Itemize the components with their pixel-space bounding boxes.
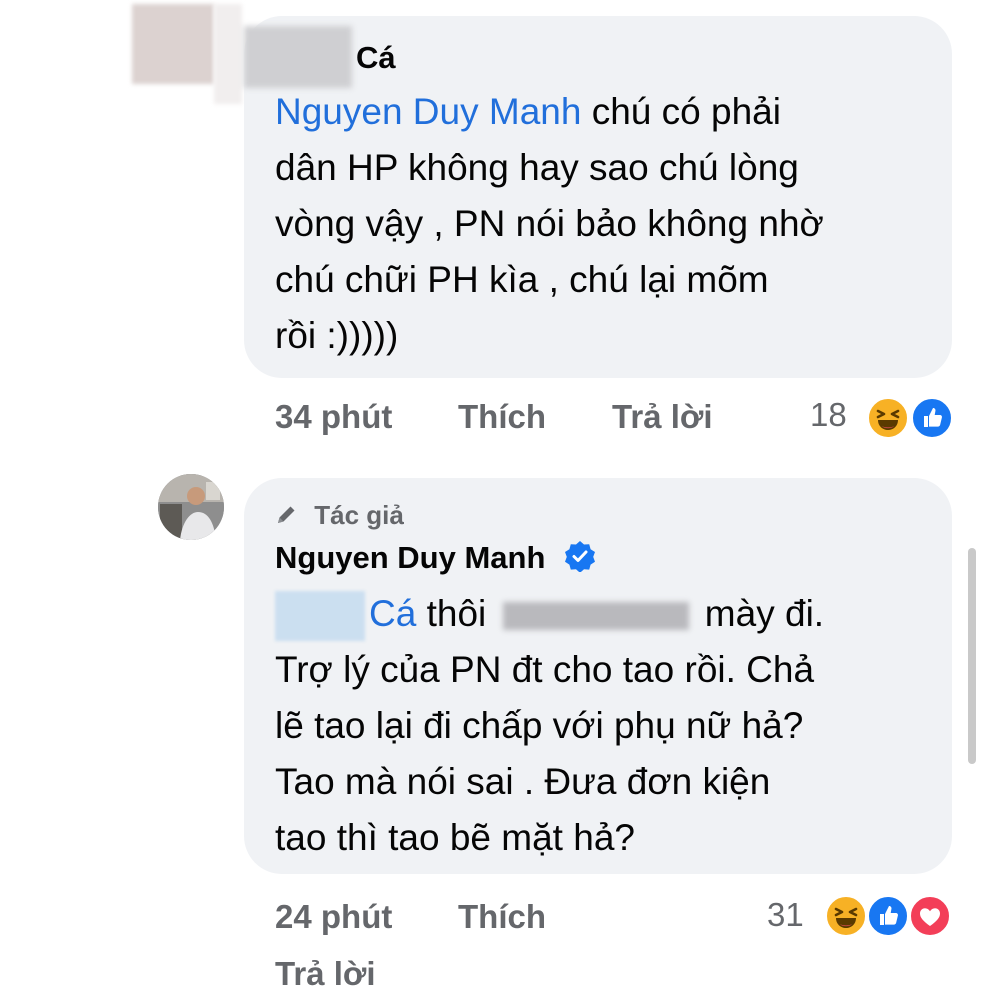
reply-button[interactable]: Trả lời bbox=[612, 398, 713, 436]
comment-author-name: Nguyen Duy Manh bbox=[275, 540, 596, 580]
reaction-summary[interactable] bbox=[820, 894, 956, 938]
verified-badge-icon bbox=[564, 540, 596, 580]
comment-line-3: lẽ tao lại đi chấp với phụ nữ hả? bbox=[275, 705, 804, 746]
love-icon bbox=[908, 894, 952, 938]
comment-body: Cá thôi mày đi. Trợ lý của PN đt cho tao… bbox=[275, 586, 935, 866]
comment-author-name[interactable]: Cá bbox=[356, 40, 396, 76]
reply-button[interactable]: Trả lời bbox=[275, 955, 376, 993]
haha-icon bbox=[824, 894, 868, 938]
blurred-text bbox=[502, 602, 689, 631]
comment-thread: Cá Nguyen Duy Manh chú có phải dân HP kh… bbox=[0, 0, 984, 1000]
pencil-icon bbox=[278, 506, 295, 523]
avatar[interactable] bbox=[158, 474, 224, 540]
blurred-region bbox=[214, 4, 242, 104]
author-badge: Tác giả bbox=[273, 500, 404, 531]
reaction-count[interactable]: 18 bbox=[810, 396, 847, 434]
comment-timestamp[interactable]: 24 phút bbox=[275, 898, 392, 936]
comment-text: mày đi. bbox=[694, 593, 825, 634]
comment-line-3: vòng vậy , PN nói bảo không nhờ bbox=[275, 203, 824, 244]
comment-line-2: Trợ lý của PN đt cho tao rồi. Chả bbox=[275, 649, 815, 690]
comment-text: chú có phải bbox=[581, 91, 781, 132]
mention-link[interactable]: Nguyen Duy Manh bbox=[275, 91, 581, 132]
reaction-count[interactable]: 31 bbox=[767, 896, 804, 934]
like-icon bbox=[910, 396, 954, 440]
author-badge-label: Tác giả bbox=[314, 500, 404, 530]
comment-line-5: rồi :))))) bbox=[275, 315, 399, 356]
blurred-author-name bbox=[244, 26, 352, 88]
comment-timestamp[interactable]: 34 phút bbox=[275, 398, 392, 436]
scrollbar[interactable] bbox=[968, 548, 976, 764]
comment-line-4: Tao mà nói sai . Đưa đơn kiện bbox=[275, 761, 771, 802]
comment-line-1: Nguyen Duy Manh chú có phải bbox=[275, 84, 935, 140]
reaction-summary[interactable] bbox=[862, 396, 954, 440]
haha-icon bbox=[866, 396, 910, 440]
comment-line-4: chú chữi PH kìa , chú lại mõm bbox=[275, 259, 769, 300]
like-button[interactable]: Thích bbox=[458, 398, 546, 436]
comment-line-2: dân HP không hay sao chú lòng bbox=[275, 147, 799, 188]
comment-text: thôi bbox=[416, 593, 497, 634]
comment-body: Nguyen Duy Manh chú có phải dân HP không… bbox=[275, 84, 935, 364]
author-name-link[interactable]: Nguyen Duy Manh bbox=[275, 540, 545, 575]
mention-link[interactable]: Cá bbox=[369, 593, 416, 634]
like-icon bbox=[866, 894, 910, 938]
blurred-avatar bbox=[132, 4, 214, 84]
comment-line-1: Cá thôi mày đi. bbox=[275, 586, 935, 642]
like-button[interactable]: Thích bbox=[458, 898, 546, 936]
comment-line-5: tao thì tao bẽ mặt hả? bbox=[275, 817, 635, 858]
blurred-mention bbox=[275, 591, 365, 642]
